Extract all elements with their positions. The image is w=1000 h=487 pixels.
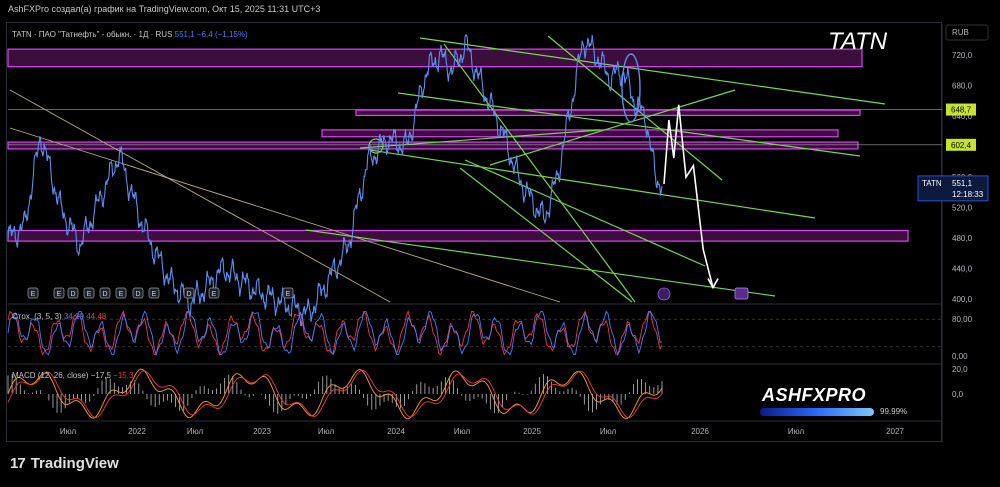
macd-axis-tick: 0,0 bbox=[952, 390, 964, 399]
bar-countdown: 12:18:33 bbox=[952, 190, 984, 199]
current-price: 551,1 bbox=[952, 179, 973, 188]
price-marker-label: 602,4 bbox=[951, 141, 972, 150]
event-badge-label: E bbox=[87, 291, 92, 298]
time-axis-label: Июл bbox=[788, 427, 805, 436]
macd-title: MACD (12, 26, close) bbox=[12, 371, 89, 380]
price-axis-tick: 720,0 bbox=[952, 51, 973, 60]
tradingview-logo-icon: 17 bbox=[10, 455, 26, 472]
time-axis-label: 2027 bbox=[886, 427, 904, 436]
price-line[interactable] bbox=[7, 34, 663, 327]
event-badge-label: E bbox=[212, 291, 217, 298]
price-marker-label: 648,7 bbox=[951, 106, 972, 115]
time-axis-label: 2025 bbox=[523, 427, 541, 436]
tradingview-logo-text: TradingView bbox=[30, 455, 119, 472]
event-badge-label: D bbox=[102, 291, 107, 298]
event-badge-label: E bbox=[119, 291, 124, 298]
dividend-icon[interactable] bbox=[657, 287, 671, 301]
stoch-title: Стох. (3, 5, 3) bbox=[12, 312, 62, 321]
time-axis-label: Июл bbox=[60, 427, 77, 436]
trendline[interactable] bbox=[489, 89, 736, 166]
stoch-d-value: 44,48 bbox=[86, 312, 107, 321]
price-axis-tick: 520,0 bbox=[952, 204, 973, 213]
time-axis-label: Июл bbox=[187, 427, 204, 436]
time-axis-label: 2022 bbox=[128, 427, 146, 436]
macd-signal-value: −15,3 bbox=[113, 371, 134, 380]
trendline[interactable] bbox=[464, 159, 706, 267]
stoch-k-value: 34,29 bbox=[63, 312, 84, 321]
time-axis-label: Июл bbox=[318, 427, 335, 436]
currency-label: RUB bbox=[952, 28, 969, 37]
price-axis-tick: 480,0 bbox=[952, 234, 973, 243]
support-resistance-zone[interactable] bbox=[355, 109, 861, 117]
event-badge-label: D bbox=[70, 291, 75, 298]
price-axis-tick: 680,0 bbox=[952, 82, 973, 91]
time-axis-label: Июл bbox=[454, 427, 471, 436]
brand-name: ASHFXPRO bbox=[762, 385, 867, 405]
macd-axis-tick: 20,0 bbox=[952, 365, 968, 374]
last-price: 551,1 bbox=[174, 30, 195, 39]
support-resistance-zone[interactable] bbox=[7, 229, 909, 242]
symbol-legend[interactable]: TATN · ПАО "Татнефть" - обыкн. · 1Д · RU… bbox=[12, 30, 248, 39]
stoch-legend[interactable]: Стох. (3, 5, 3) 34,29 44,48 bbox=[12, 312, 106, 321]
price-axis-tick: 400,0 bbox=[952, 295, 973, 304]
stoch-axis-tick: 80,00 bbox=[952, 315, 973, 324]
trendline[interactable] bbox=[419, 37, 886, 105]
symbol-title: TATN · ПАО "Татнефть" - обыкн. · 1Д · RU… bbox=[12, 30, 173, 39]
time-axis-label: 2024 bbox=[387, 427, 405, 436]
price-change: −6,4 (−1,15%) bbox=[196, 30, 248, 39]
event-badge-label: D bbox=[135, 291, 140, 298]
tradingview-logo[interactable]: 17 TradingView bbox=[10, 455, 119, 472]
ticker-label: TATN bbox=[828, 28, 888, 55]
time-axis-label: 2023 bbox=[253, 427, 271, 436]
macd-value: −17,5 bbox=[90, 371, 111, 380]
event-badge-label: E bbox=[57, 291, 62, 298]
brand-progress-label: 99.99% bbox=[880, 407, 908, 416]
current-symbol: TATN bbox=[922, 179, 942, 188]
trendline[interactable] bbox=[9, 89, 391, 303]
stoch-axis-tick: 0,00 bbox=[952, 352, 968, 361]
time-axis-label: 2026 bbox=[691, 427, 709, 436]
time-axis-label: Июл bbox=[600, 427, 617, 436]
price-axis-tick: 440,0 bbox=[952, 265, 973, 274]
trendline[interactable] bbox=[369, 149, 816, 219]
event-badge-label: E bbox=[31, 291, 36, 298]
macd-legend[interactable]: MACD (12, 26, close) −17,5 −15,3 bbox=[12, 371, 133, 380]
brand-progress-bar bbox=[760, 408, 874, 416]
trendline[interactable] bbox=[9, 127, 561, 303]
event-badge-label: D bbox=[186, 291, 191, 298]
event-badge-label: E bbox=[286, 291, 291, 298]
earnings-badge[interactable] bbox=[734, 287, 749, 300]
event-badge-label: E bbox=[152, 291, 157, 298]
